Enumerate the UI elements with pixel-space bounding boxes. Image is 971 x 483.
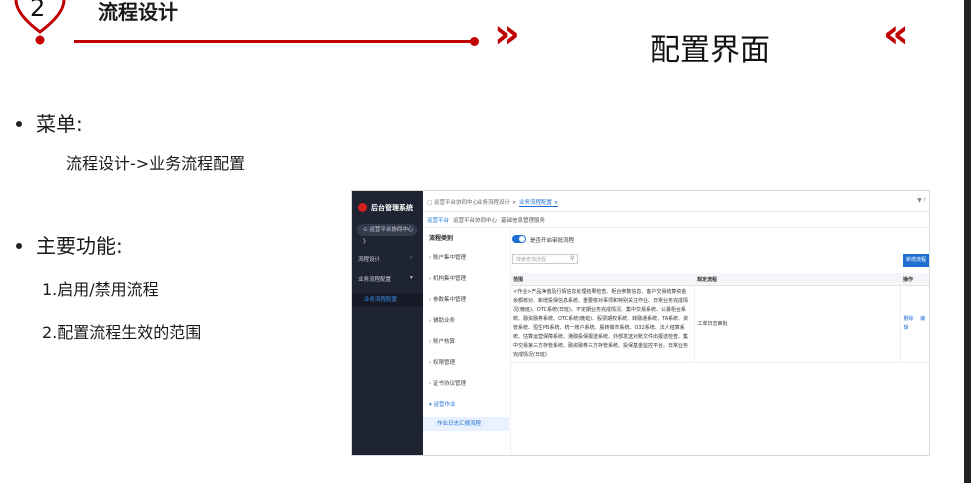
tree-item[interactable]: › 参数集中管理 xyxy=(429,295,466,303)
double-chevron-left-icon: « xyxy=(883,11,909,57)
more-icon[interactable]: ▼ ! xyxy=(917,197,926,204)
approval-toggle-label: 是否开启审批流程 xyxy=(530,238,575,244)
tree-item[interactable]: › 证书协议管理 xyxy=(429,379,466,387)
tree-item-label: 权限管理 xyxy=(432,360,455,366)
right-edge-bar xyxy=(964,0,971,483)
app-sidebar: 后台管理系统 ⊙ 运营平台协同中心 》 流程设计 › 业务流程配置 ▾ 业务流程配置 xyxy=(352,191,423,455)
tree-item[interactable]: › 机构集中管理 xyxy=(429,274,466,282)
approval-toggle[interactable] xyxy=(512,235,526,243)
column-header: 范围 xyxy=(510,273,694,286)
tab-label: 业务流程配置 xyxy=(519,200,553,206)
tree-item-selected[interactable]: 作业日志汇报流程 xyxy=(423,417,509,431)
header-rule-dot xyxy=(470,37,479,46)
chevron-right-icon: › xyxy=(410,255,413,261)
tab-label: 运营平台协同中心 xyxy=(433,200,478,206)
tree-item-label: 辅助业务 xyxy=(432,318,455,324)
tree-item[interactable]: › 权限管理 xyxy=(429,358,455,366)
app-logo-text: 后台管理系统 xyxy=(371,204,413,212)
process-table: 范围 规定流程 操作 <作业>产品净值及行情信息处理结果检查、柜台参数信息、客户… xyxy=(510,273,929,363)
double-chevron-right-icon: » xyxy=(494,11,520,57)
tree-item[interactable]: › 账户核算 xyxy=(429,337,455,345)
tree-item-label: 证书协议管理 xyxy=(432,381,466,387)
feature-item: 1.启用/禁用流程 xyxy=(42,280,159,299)
menu-bullet: 菜单: xyxy=(16,108,83,137)
scope-cell: <作业>产品净值及行情信息处理结果检查、柜台参数信息、客户交易结算资金余额核对、… xyxy=(510,285,695,363)
menu-label: 菜单: xyxy=(36,112,83,136)
features-bullet: 主要功能: xyxy=(16,230,123,259)
breadcrumb-item[interactable]: 基础信息管理服务 xyxy=(501,216,545,224)
close-icon[interactable]: × xyxy=(512,200,517,206)
sidebar-subitem-business-config[interactable]: 业务流程配置 xyxy=(352,293,423,307)
add-process-button[interactable]: 新增流程 xyxy=(903,254,929,267)
config-panel: 是否开启审批流程 搜索查询流程 ⚲ 新增流程 范围 规定流程 操作 <作业>产品… xyxy=(510,227,929,455)
page-title: 配置界面 xyxy=(650,33,770,68)
breadcrumb: 运营平台 运营平台协同中心 基础信息管理服务 xyxy=(423,211,929,228)
sidebar-item-process-design[interactable]: 流程设计 › xyxy=(358,255,412,263)
platform-switch-label: 运营平台协同中心 xyxy=(369,227,414,233)
feature-item: 2.配置流程生效的范围 xyxy=(42,323,202,342)
bullet-dot-icon xyxy=(16,120,22,127)
close-icon[interactable]: × xyxy=(554,200,559,206)
section-title: 流程设计 xyxy=(98,0,178,24)
sidebar-item-label: 业务流程配置 xyxy=(358,277,392,283)
tree-title: 流程类别 xyxy=(429,235,454,242)
category-tree: 流程类别 › 账户集中管理 › 机构集中管理 › 参数集中管理 › 辅助业务 ›… xyxy=(423,227,511,455)
breadcrumb-item[interactable]: 运营平台 xyxy=(427,216,449,224)
tree-item[interactable]: › 账户集中管理 xyxy=(429,253,466,261)
header-rule xyxy=(74,40,476,43)
delete-button[interactable]: 删除 xyxy=(904,316,914,322)
tree-item[interactable]: › 辅助业务 xyxy=(429,316,455,324)
tree-item-label: 账户集中管理 xyxy=(432,255,466,261)
table-row: <作业>产品净值及行情信息处理结果检查、柜台参数信息、客户交易结算资金余额核对、… xyxy=(510,285,929,363)
tab-process-design[interactable]: 业务流程设计 × xyxy=(477,198,516,206)
column-header: 操作 xyxy=(900,273,929,286)
actions-cell: 删除 编辑 xyxy=(900,285,929,363)
tab-bar: ▢ 运营平台协同中心 业务流程设计 × 业务流程配置 × ▼ ! xyxy=(423,191,929,212)
tree-item-label: 运营作业 xyxy=(433,402,456,408)
menu-path: 流程设计->业务流程配置 xyxy=(66,154,246,173)
search-input[interactable]: 搜索查询流程 xyxy=(512,254,578,264)
platform-switch[interactable]: ⊙ 运营平台协同中心 》 xyxy=(357,224,417,245)
tab-label: 业务流程设计 xyxy=(477,200,511,206)
tree-item[interactable]: ▾ 运营作业 xyxy=(429,400,456,408)
tree-item-label: 参数集中管理 xyxy=(432,297,466,303)
tree-item-label: 账户核算 xyxy=(432,339,455,345)
chevron-down-icon: ▾ xyxy=(410,275,413,281)
app-screenshot: 后台管理系统 ⊙ 运营平台协同中心 》 流程设计 › 业务流程配置 ▾ 业务流程配置… xyxy=(351,190,930,456)
sidebar-item-business-config[interactable]: 业务流程配置 ▾ xyxy=(358,275,413,283)
search-icon[interactable]: ⚲ xyxy=(570,255,574,262)
table-header-row: 范围 规定流程 操作 xyxy=(510,273,929,286)
logo-icon xyxy=(358,203,367,212)
tab-process-config[interactable]: 业务流程配置 × xyxy=(519,198,559,207)
flow-cell: 工单日志审批 xyxy=(694,285,901,363)
bullet-dot-icon xyxy=(16,242,22,249)
column-header: 规定流程 xyxy=(694,273,900,286)
sidebar-item-label: 流程设计 xyxy=(358,257,381,263)
section-number: 2 xyxy=(30,0,46,22)
features-label: 主要功能: xyxy=(36,234,123,258)
breadcrumb-item[interactable]: 运营平台协同中心 xyxy=(453,216,497,224)
tree-item-label: 机构集中管理 xyxy=(432,276,466,282)
tab-coordination-center[interactable]: ▢ 运营平台协同中心 xyxy=(427,198,478,206)
